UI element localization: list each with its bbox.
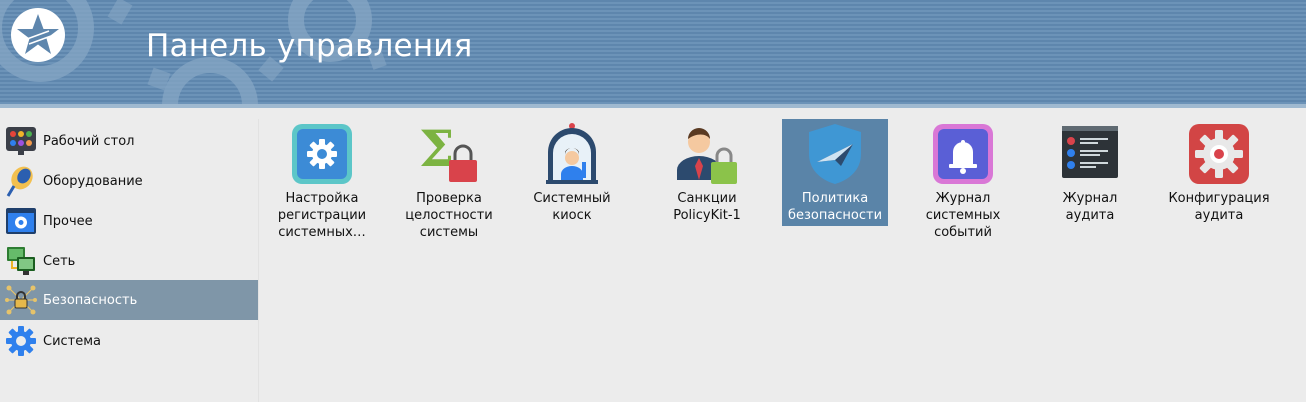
tile-label: Журнал системных событий bbox=[925, 191, 1001, 240]
other-gear-window-icon bbox=[6, 208, 36, 234]
integrity-sigma-lock-icon: Σ bbox=[419, 122, 477, 182]
sidebar-item-security[interactable]: Безопасность bbox=[0, 280, 258, 320]
security-network-lock-icon bbox=[5, 285, 37, 315]
audit-log-terminal-icon bbox=[1062, 126, 1118, 178]
sidebar-item-label: Рабочий стол bbox=[43, 133, 135, 149]
tile-label: Системный киоск bbox=[533, 191, 611, 223]
tile-event-log[interactable]: Журнал системных событий bbox=[910, 119, 1016, 243]
page-title: Панель управления bbox=[146, 28, 473, 64]
sidebar: Рабочий стол Оборудование Прочее Сеть Бе… bbox=[0, 119, 259, 402]
sidebar-item-desktop[interactable]: Рабочий стол bbox=[0, 121, 258, 161]
audit-registration-gear-icon bbox=[292, 124, 352, 184]
network-monitors-icon bbox=[7, 247, 35, 275]
header-banner: Панель управления bbox=[0, 0, 1306, 108]
sidebar-item-label: Оборудование bbox=[43, 173, 143, 189]
tile-label: Журнал аудита bbox=[1062, 191, 1118, 223]
tile-label: Настройка регистрации системных… bbox=[277, 191, 367, 240]
tile-label: Санкции PolicyKit-1 bbox=[673, 191, 741, 223]
tile-audit-registration[interactable]: Настройка регистрации системных… bbox=[269, 119, 375, 243]
sidebar-item-label: Сеть bbox=[43, 253, 76, 269]
sidebar-item-hardware[interactable]: Оборудование bbox=[0, 161, 258, 201]
sidebar-item-label: Система bbox=[43, 333, 102, 349]
event-log-bell-icon bbox=[933, 124, 993, 184]
sidebar-item-system[interactable]: Система bbox=[0, 321, 258, 361]
system-gear-icon bbox=[6, 326, 36, 356]
sidebar-item-other[interactable]: Прочее bbox=[0, 201, 258, 241]
applets-grid: Настройка регистрации системных… Σ Прове… bbox=[259, 119, 1306, 402]
sidebar-item-label: Прочее bbox=[43, 213, 93, 229]
security-policy-shield-icon bbox=[809, 124, 861, 184]
desktop-palette-icon bbox=[6, 127, 36, 155]
tile-policykit[interactable]: Санкции PolicyKit-1 bbox=[654, 119, 760, 226]
tile-system-kiosk[interactable]: Системный киоск bbox=[519, 119, 625, 226]
kiosk-person-dome-icon bbox=[546, 123, 598, 184]
hardware-mouse-icon bbox=[6, 166, 33, 197]
astra-logo-icon bbox=[11, 8, 65, 62]
tile-integrity-check[interactable]: Σ Проверка целостности системы bbox=[396, 119, 502, 243]
policykit-person-lock-icon bbox=[677, 128, 737, 184]
tile-label: Политика безопасности bbox=[787, 191, 883, 223]
tile-label: Проверка целостности системы bbox=[405, 191, 493, 240]
header-divider bbox=[0, 104, 1306, 108]
sidebar-item-network[interactable]: Сеть bbox=[0, 241, 258, 281]
tile-security-policy[interactable]: Политика безопасности bbox=[782, 119, 888, 226]
tile-audit-config[interactable]: Конфигурация аудита bbox=[1166, 119, 1272, 226]
tile-label: Конфигурация аудита bbox=[1168, 191, 1270, 223]
sidebar-item-label: Безопасность bbox=[43, 292, 138, 308]
audit-config-gear-icon bbox=[1189, 124, 1249, 184]
tile-audit-log[interactable]: Журнал аудита bbox=[1037, 119, 1143, 226]
